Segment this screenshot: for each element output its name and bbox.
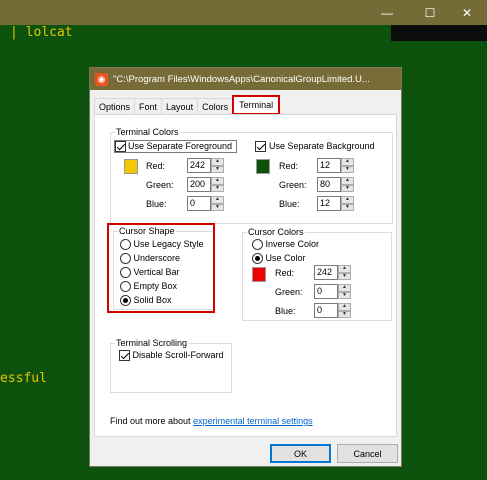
terminal-line-1: | lolcat: [10, 25, 73, 40]
ubuntu-icon: ◉: [95, 72, 108, 86]
cursor-red-value[interactable]: 242: [314, 265, 338, 280]
scroll-forward-checkbox[interactable]: [119, 350, 130, 362]
cursor-colors-group: Cursor Colors Inverse Color Use Color Re…: [242, 227, 392, 321]
cursor-green-label: Green:: [275, 287, 303, 297]
use-color-option[interactable]: Use Color: [252, 253, 306, 265]
tab-bar: Options Font Layout Colors Terminal: [94, 95, 281, 115]
spin-up-icon[interactable]: ▲: [338, 265, 351, 273]
foreground-red-value[interactable]: 242: [187, 158, 211, 173]
scroll-forward-label: Disable Scroll-Forward: [132, 350, 224, 360]
spin-down-icon[interactable]: ▼: [338, 310, 351, 318]
cursor-red-spinner[interactable]: 242 ▲ ▼: [314, 265, 351, 280]
spin-down-icon[interactable]: ▼: [341, 165, 354, 173]
use-color-label: Use Color: [265, 253, 306, 263]
spin-down-icon[interactable]: ▼: [211, 184, 224, 192]
terminal-dark-region: [391, 25, 487, 41]
cursor-shape-highlight: [107, 223, 215, 313]
terminal-line-2: essful: [0, 371, 47, 386]
inverse-color-radio[interactable]: [252, 239, 263, 251]
background-red-label: Red:: [279, 161, 299, 171]
spin-up-icon[interactable]: ▲: [211, 196, 224, 204]
spin-up-icon[interactable]: ▲: [338, 284, 351, 292]
footer-text-row: Find out more about experimental termina…: [110, 416, 313, 426]
terminal-colors-label: Terminal Colors: [115, 127, 180, 138]
spin-down-icon[interactable]: ▼: [211, 203, 224, 211]
terminal-titlebar: — ☐ ✕: [0, 0, 487, 25]
foreground-blue-label: Blue:: [146, 199, 167, 209]
background-green-value[interactable]: 80: [317, 177, 341, 192]
ok-button[interactable]: OK: [270, 444, 331, 463]
minimize-button[interactable]: —: [367, 0, 407, 25]
foreground-blue-spinner[interactable]: 0 ▲ ▼: [187, 196, 224, 211]
foreground-green-label: Green:: [146, 180, 174, 190]
cursor-colors-label: Cursor Colors: [247, 227, 305, 238]
background-green-label: Green:: [279, 180, 307, 190]
experimental-settings-link[interactable]: experimental terminal settings: [193, 416, 313, 426]
spin-down-icon[interactable]: ▼: [341, 203, 354, 211]
scroll-forward-checkbox-row[interactable]: Disable Scroll-Forward: [119, 350, 224, 362]
background-blue-label: Blue:: [279, 199, 300, 209]
inverse-color-label: Inverse Color: [265, 239, 320, 249]
spin-down-icon[interactable]: ▼: [338, 272, 351, 280]
close-button[interactable]: ✕: [447, 0, 487, 25]
spin-up-icon[interactable]: ▲: [211, 158, 224, 166]
terminal-scrolling-label: Terminal Scrolling: [115, 338, 189, 349]
minimize-icon: —: [381, 5, 393, 20]
terminal-scrolling-group: Terminal Scrolling Disable Scroll-Forwar…: [110, 338, 232, 393]
background-blue-spinner[interactable]: 12 ▲ ▼: [317, 196, 354, 211]
terminal-tab-pane: Terminal Colors Use Separate Foreground …: [94, 114, 397, 437]
cancel-button[interactable]: Cancel: [337, 444, 398, 463]
spin-down-icon[interactable]: ▼: [211, 165, 224, 173]
spin-up-icon[interactable]: ▲: [211, 177, 224, 185]
close-icon: ✕: [461, 5, 473, 20]
terminal-colors-group: Terminal Colors Use Separate Foreground …: [110, 127, 393, 224]
properties-dialog: ◉ "C:\Program Files\WindowsApps\Canonica…: [89, 67, 402, 467]
inverse-color-option[interactable]: Inverse Color: [252, 239, 320, 251]
foreground-swatch[interactable]: [124, 159, 138, 174]
background-checkbox-label: Use Separate Background: [269, 141, 375, 151]
foreground-red-spinner[interactable]: 242 ▲ ▼: [187, 158, 224, 173]
background-red-spinner[interactable]: 12 ▲ ▼: [317, 158, 354, 173]
spin-up-icon[interactable]: ▲: [341, 196, 354, 204]
background-green-spinner[interactable]: 80 ▲ ▼: [317, 177, 354, 192]
foreground-checkbox[interactable]: [115, 141, 126, 152]
foreground-green-value[interactable]: 200: [187, 177, 211, 192]
background-blue-value[interactable]: 12: [317, 196, 341, 211]
spin-up-icon[interactable]: ▲: [341, 158, 354, 166]
background-checkbox[interactable]: [255, 141, 266, 152]
maximize-icon: ☐: [424, 5, 436, 20]
cursor-blue-spinner[interactable]: 0 ▲ ▼: [314, 303, 351, 318]
cursor-green-value[interactable]: 0: [314, 284, 338, 299]
use-color-radio[interactable]: [252, 253, 263, 265]
maximize-button[interactable]: ☐: [410, 0, 450, 25]
spin-down-icon[interactable]: ▼: [341, 184, 354, 192]
foreground-checkbox-label: Use Separate Foreground: [128, 141, 233, 151]
tab-terminal[interactable]: Terminal: [232, 95, 281, 115]
dialog-title: "C:\Program Files\WindowsApps\CanonicalG…: [113, 73, 370, 85]
tab-options[interactable]: Options: [94, 98, 136, 115]
footer-text: Find out more about: [110, 416, 191, 426]
tab-font[interactable]: Font: [134, 98, 163, 115]
spin-up-icon[interactable]: ▲: [341, 177, 354, 185]
foreground-green-spinner[interactable]: 200 ▲ ▼: [187, 177, 224, 192]
cursor-red-label: Red:: [275, 268, 295, 278]
cursor-green-spinner[interactable]: 0 ▲ ▼: [314, 284, 351, 299]
cursor-blue-label: Blue:: [275, 306, 296, 316]
background-red-value[interactable]: 12: [317, 158, 341, 173]
background-swatch[interactable]: [256, 159, 270, 174]
spin-down-icon[interactable]: ▼: [338, 291, 351, 299]
cursor-color-swatch[interactable]: [252, 267, 266, 282]
cursor-blue-value[interactable]: 0: [314, 303, 338, 318]
foreground-red-label: Red:: [146, 161, 166, 171]
foreground-checkbox-row[interactable]: Use Separate Foreground: [114, 140, 237, 153]
spin-up-icon[interactable]: ▲: [338, 303, 351, 311]
foreground-blue-value[interactable]: 0: [187, 196, 211, 211]
tab-colors[interactable]: Colors: [197, 98, 234, 115]
dialog-titlebar: ◉ "C:\Program Files\WindowsApps\Canonica…: [90, 68, 401, 90]
tab-layout[interactable]: Layout: [161, 98, 199, 115]
